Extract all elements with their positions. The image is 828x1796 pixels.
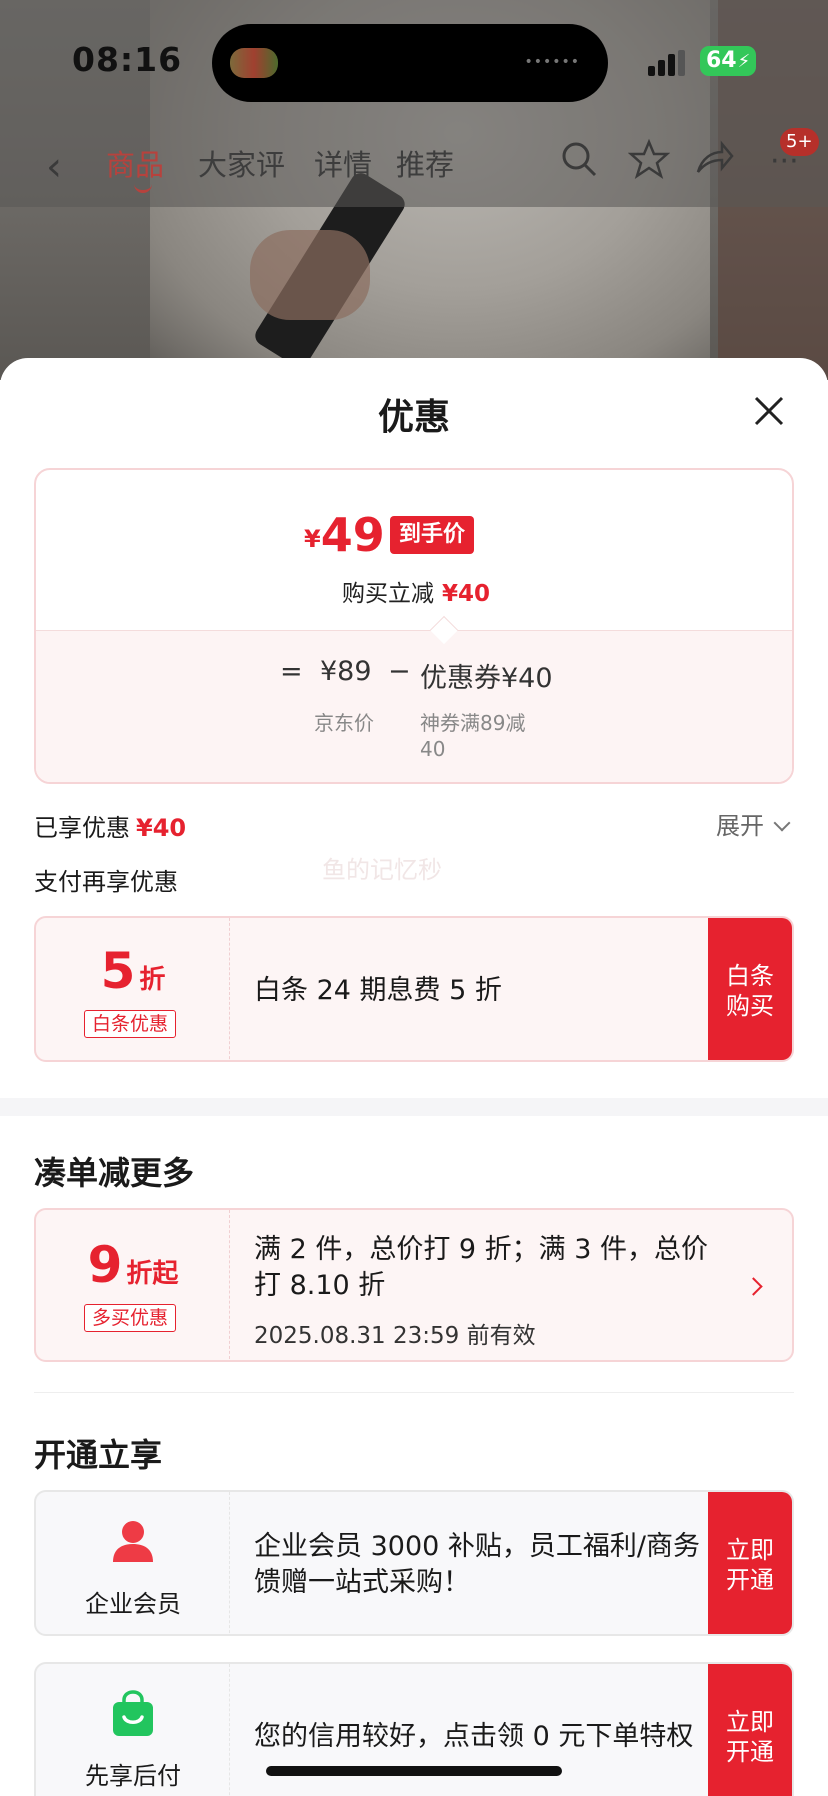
tab-details[interactable]: 详情 <box>314 142 372 184</box>
jd-price-label: 京东价 <box>314 711 374 735</box>
enterprise-open-button[interactable]: 立即开通 <box>708 1492 792 1634</box>
message-badge: 5+ <box>780 128 819 156</box>
baitiao-discount-unit: 折 <box>139 965 166 995</box>
final-price-card: ¥49 到手价 购买立减 ¥40 = ¥89 − 优惠券¥40 京东价 神券满89… <box>34 468 794 784</box>
person-icon <box>113 1521 153 1562</box>
paylater-label: 先享后付 <box>85 1762 181 1790</box>
pay-more-label: 支付再享优惠 <box>34 868 178 896</box>
home-indicator[interactable] <box>266 1766 562 1776</box>
section-divider <box>0 1098 828 1116</box>
baitiao-promo-card[interactable]: 5折 白条优惠 白条 24 期息费 5 折 白条购买 <box>34 916 794 1062</box>
coupon-label: 神券满89减 40 <box>420 710 525 762</box>
share-icon[interactable] <box>692 138 734 180</box>
instant-discount: 购买立减 ¥40 <box>36 574 792 608</box>
enterprise-icon-block: 企业会员 <box>36 1492 230 1634</box>
enterprise-icon-wrap <box>36 1518 230 1564</box>
tab-reviews[interactable]: 大家评 <box>198 142 285 184</box>
coupon-label-line2: 40 <box>420 737 446 761</box>
bundle-discount-number: 9 <box>87 1236 123 1294</box>
charging-bolt-icon: ⚡ <box>737 51 751 72</box>
equals-sign: = <box>280 656 303 687</box>
coupon-label-line1: 神券满89减 <box>420 711 526 735</box>
status-time: 08:16 <box>72 40 183 79</box>
product-tab-row: ‹ 商品 大家评 详情 推荐 ··· <box>0 138 828 193</box>
instant-discount-amount: ¥40 <box>441 581 490 607</box>
bundle-discount-unit: 折起 <box>126 1259 179 1289</box>
audio-dots-icon: •••••• <box>524 54 580 70</box>
search-icon[interactable] <box>558 138 600 180</box>
enjoyed-discount: 已享优惠 ¥40 <box>34 808 186 843</box>
favorite-star-icon[interactable] <box>628 138 670 180</box>
bundle-section-title: 凑单减更多 <box>34 1154 195 1192</box>
baitiao-buy-button[interactable]: 白条购买 <box>708 918 792 1060</box>
shopping-bag-icon <box>113 1690 153 1736</box>
bundle-discount: 9 折起 <box>36 1236 230 1294</box>
media-thumbnail-icon <box>230 48 278 78</box>
battery-level: 64 <box>706 48 737 73</box>
expand-button[interactable]: 展开 <box>716 806 791 841</box>
final-price-tag: 到手价 <box>390 516 475 554</box>
chevron-down-icon <box>773 814 791 832</box>
discount-sheet: 优惠 ¥49 到手价 购买立减 ¥40 = ¥89 − 优惠券¥40 京东价 神券… <box>0 358 828 1796</box>
expand-label: 展开 <box>716 812 764 840</box>
paylater-open-button[interactable]: 立即开通 <box>708 1664 792 1796</box>
paylater-icon-wrap <box>36 1690 230 1738</box>
minus-sign: − <box>388 656 411 687</box>
back-arrow-icon[interactable]: ‹ <box>46 144 62 190</box>
dynamic-island[interactable]: •••••• <box>212 24 608 102</box>
open-section-title: 开通立享 <box>34 1436 163 1474</box>
final-price: ¥49 <box>304 508 385 562</box>
price-breakdown <box>36 630 792 782</box>
baitiao-discount-block: 5折 白条优惠 <box>36 918 230 1060</box>
currency-symbol: ¥ <box>304 525 321 553</box>
paylater-description: 您的信用较好，点击领 0 元下单特权 <box>254 1721 694 1752</box>
coupon-value: 优惠券¥40 <box>420 663 553 694</box>
tab-recommend[interactable]: 推荐 <box>396 142 454 184</box>
bundle-description: 满 2 件，总价打 9 折；满 3 件，总价打 8.10 折 <box>254 1234 709 1301</box>
tab-product[interactable]: 商品 <box>106 142 164 193</box>
enterprise-description: 企业会员 3000 补贴，员工福利/商务馈赠一站式采购！ <box>254 1531 700 1598</box>
watermark: 鱼的记忆秒 <box>322 856 442 884</box>
thin-divider <box>34 1392 794 1393</box>
sheet-title: 优惠 <box>377 397 450 438</box>
bundle-valid-until: 2025.08.31 23:59 前有效 <box>254 1323 536 1349</box>
final-price-value: 49 <box>320 508 385 562</box>
enterprise-member-card[interactable]: 企业会员 企业会员 3000 补贴，员工福利/商务馈赠一站式采购！ 立即开通 <box>34 1490 794 1636</box>
battery-icon: 64⚡ <box>700 46 757 76</box>
baitiao-discount: 5折 <box>36 942 230 1000</box>
jd-price: ¥89 <box>320 656 372 687</box>
enjoyed-label: 已享优惠 <box>34 814 130 842</box>
instant-discount-label: 购买立减 <box>341 581 434 607</box>
baitiao-discount-number: 5 <box>100 942 136 1000</box>
baitiao-chip: 白条优惠 <box>84 1010 177 1038</box>
enjoyed-amount: ¥40 <box>136 814 187 842</box>
bundle-promo-card[interactable]: 9 折起 多买优惠 满 2 件，总价打 9 折；满 3 件，总价打 8.10 折 … <box>34 1208 794 1362</box>
baitiao-description: 白条 24 期息费 5 折 <box>254 975 502 1006</box>
paylater-icon-block: 先享后付 <box>36 1664 230 1796</box>
bundle-discount-block: 9 折起 多买优惠 <box>36 1210 230 1360</box>
cellular-signal-icon <box>648 50 688 76</box>
chevron-right-icon <box>744 1277 763 1296</box>
enterprise-label: 企业会员 <box>85 1590 181 1618</box>
hand-image <box>250 230 370 320</box>
close-icon[interactable] <box>752 394 786 428</box>
bundle-chip: 多买优惠 <box>84 1304 177 1332</box>
